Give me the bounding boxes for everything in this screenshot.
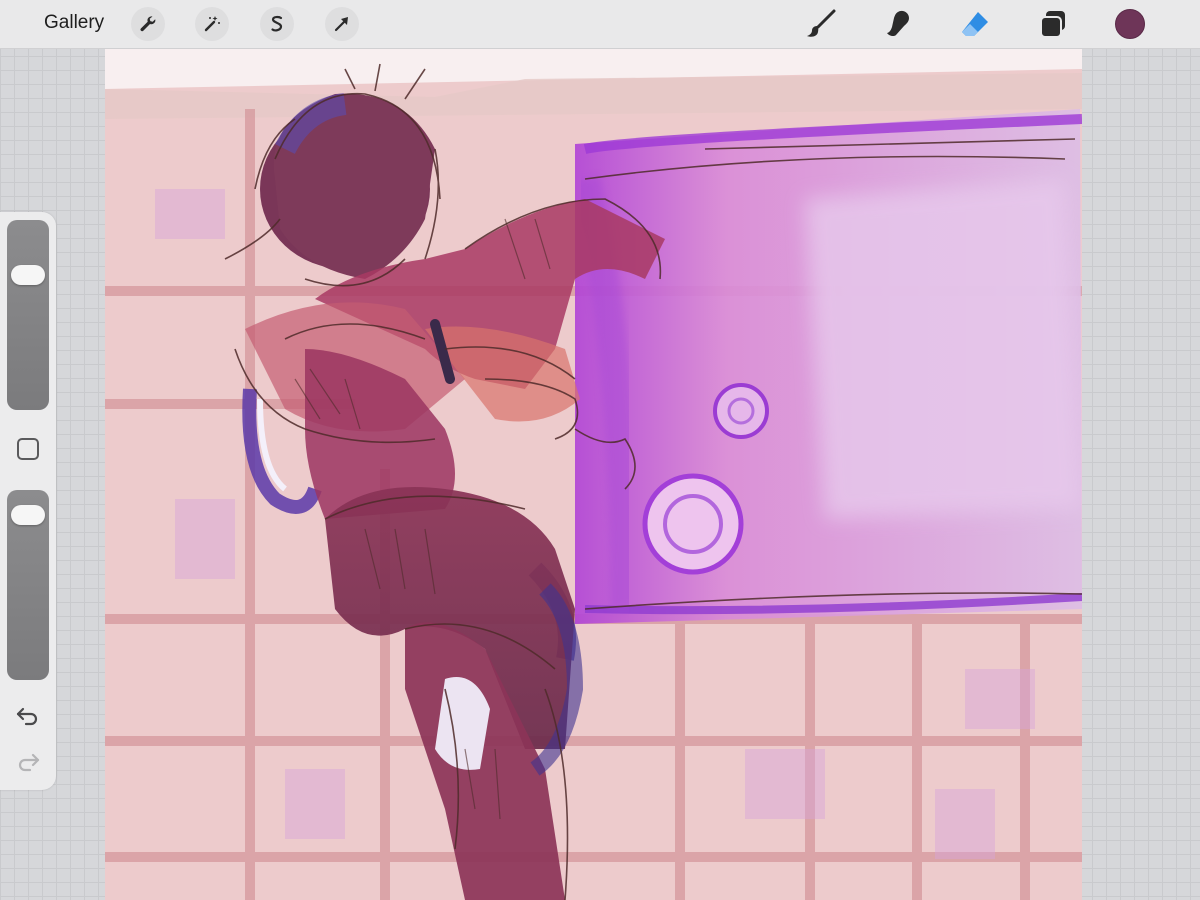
brush-tool-button[interactable]: [803, 6, 839, 42]
color-picker-button[interactable]: [1115, 9, 1145, 39]
undo-button[interactable]: [14, 704, 42, 728]
redo-button[interactable]: [14, 750, 42, 774]
smudge-finger-icon: [887, 10, 909, 37]
layers-icon: [1040, 11, 1065, 38]
magic-wand-icon: [204, 16, 220, 32]
eraser-tool-button[interactable]: [957, 6, 993, 42]
left-sidebar: [0, 212, 56, 790]
arrow-cursor-icon: [334, 17, 348, 32]
selection-s-icon: [271, 15, 283, 32]
opacity-slider[interactable]: [7, 490, 49, 680]
layers-button[interactable]: [1035, 6, 1071, 42]
paintbrush-icon: [807, 9, 836, 37]
eraser-icon: [962, 12, 988, 36]
wrench-icon: [140, 16, 156, 32]
gallery-button[interactable]: Gallery: [44, 12, 104, 34]
opacity-thumb[interactable]: [11, 505, 45, 526]
drawing-canvas[interactable]: [105, 49, 1082, 900]
artwork-painting: [105, 49, 1082, 900]
brush-size-thumb[interactable]: [11, 264, 45, 285]
modify-button[interactable]: [17, 438, 39, 460]
transform-button[interactable]: [325, 7, 359, 41]
smudge-tool-button[interactable]: [880, 6, 916, 42]
redo-arrow-icon: [18, 753, 40, 772]
selection-button[interactable]: [260, 7, 294, 41]
adjustments-button[interactable]: [195, 7, 229, 41]
undo-arrow-icon: [16, 707, 38, 726]
brush-size-slider[interactable]: [7, 220, 49, 410]
top-toolbar: Gallery: [0, 0, 1200, 49]
actions-button[interactable]: [131, 7, 165, 41]
